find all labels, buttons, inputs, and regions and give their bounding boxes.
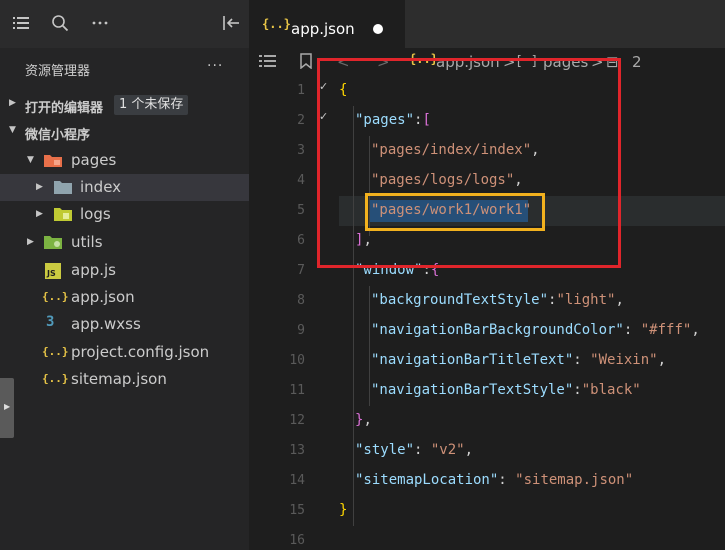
tree-item-label: project.config.json: [71, 343, 210, 361]
chevron-right-icon: ▶: [9, 98, 16, 108]
json-file-icon: {..}: [262, 17, 291, 31]
explorer-more-button[interactable]: ···: [207, 58, 223, 74]
tree-item-index[interactable]: ▶ index: [0, 174, 249, 201]
unsaved-badge: 1 个未保存: [114, 95, 189, 115]
project-section[interactable]: ▼ 微信小程序: [0, 119, 249, 145]
json-file-icon: {..}: [42, 290, 69, 303]
css-file-icon: 3: [46, 314, 55, 330]
list-icon[interactable]: [11, 14, 31, 34]
code-line-15: }: [339, 502, 348, 518]
outline-list-icon[interactable]: [259, 54, 277, 72]
tree-item-label: sitemap.json: [71, 370, 167, 388]
chevron-right-icon: ▶: [36, 182, 43, 192]
indent-guide: [369, 286, 370, 406]
tab-app-json[interactable]: {..} app.json: [249, 0, 405, 48]
editor-tab-bar: {..} app.json: [249, 0, 725, 48]
tree-item-label: index: [80, 178, 122, 196]
code-line-9: "navigationBarBackgroundColor": "#fff",: [371, 322, 700, 338]
unsaved-dot-icon[interactable]: [373, 24, 383, 34]
bookmark-icon[interactable]: [299, 53, 313, 73]
sidebar-toggle-handle[interactable]: ▶: [0, 378, 14, 438]
chevron-down-icon: ▼: [27, 155, 34, 165]
breadcrumb-index[interactable]: 2: [632, 53, 642, 71]
open-editors-section[interactable]: ▶ 打开的编辑器 1 个未保存: [0, 92, 249, 118]
collapse-panel-icon[interactable]: [221, 14, 241, 34]
code-line-14: "sitemapLocation": "sitemap.json": [355, 472, 634, 488]
explorer-sidebar: 资源管理器 ··· ▶ 打开的编辑器 1 个未保存 ▼ 微信小程序 ▼ page…: [0, 0, 249, 550]
js-file-icon: JS: [45, 263, 61, 279]
tree-item-sitemap[interactable]: {..} sitemap.json: [0, 366, 249, 393]
project-label: 微信小程序: [25, 128, 91, 143]
more-icon[interactable]: [90, 14, 110, 34]
tree-item-label: app.wxss: [71, 315, 141, 333]
chevron-right-icon: ▶: [4, 402, 11, 411]
code-line-13: "style": "v2",: [355, 442, 474, 458]
tree-item-utils[interactable]: ▶ utils: [0, 229, 249, 256]
explorer-title: 资源管理器: [25, 64, 91, 79]
folder-utils-icon: [44, 235, 62, 249]
tree-item-label: pages: [71, 151, 117, 169]
open-editors-label: 打开的编辑器: [25, 101, 104, 116]
folder-logs-icon: [54, 207, 72, 221]
tree-item-label: logs: [80, 205, 111, 223]
folder-pages-icon: [44, 153, 62, 167]
tree-item-pages[interactable]: ▼ pages: [0, 147, 249, 174]
chevron-right-icon: ▶: [36, 209, 43, 219]
tree-item-project-config[interactable]: {..} project.config.json: [0, 339, 249, 366]
sidebar-toolbar: [0, 0, 249, 48]
code-line-11: "navigationBarTextStyle":"black": [371, 382, 641, 398]
code-line-10: "navigationBarTitleText": "Weixin",: [371, 352, 667, 368]
tree-item-label: app.js: [71, 261, 116, 279]
folder-icon: [54, 180, 72, 194]
code-line-8: "backgroundTextStyle":"light",: [371, 292, 624, 308]
red-annotation-box: [317, 58, 621, 268]
tree-item-logs[interactable]: ▶ logs: [0, 201, 249, 228]
tab-title: app.json: [291, 20, 355, 38]
json-file-icon: {..}: [42, 345, 69, 358]
tree-item-app-js[interactable]: JS app.js: [0, 257, 249, 284]
tree-item-label: app.json: [71, 288, 135, 306]
search-icon[interactable]: [50, 14, 70, 34]
chevron-down-icon: ▼: [9, 125, 16, 135]
tree-item-app-wxss[interactable]: 3 app.wxss: [0, 311, 249, 338]
yellow-annotation-box: [365, 193, 545, 231]
tree-item-app-json[interactable]: {..} app.json: [0, 284, 249, 311]
tree-item-label: utils: [71, 233, 103, 251]
json-file-icon: {..}: [42, 372, 69, 385]
code-line-12: },: [355, 412, 372, 428]
chevron-right-icon: ▶: [27, 237, 34, 247]
